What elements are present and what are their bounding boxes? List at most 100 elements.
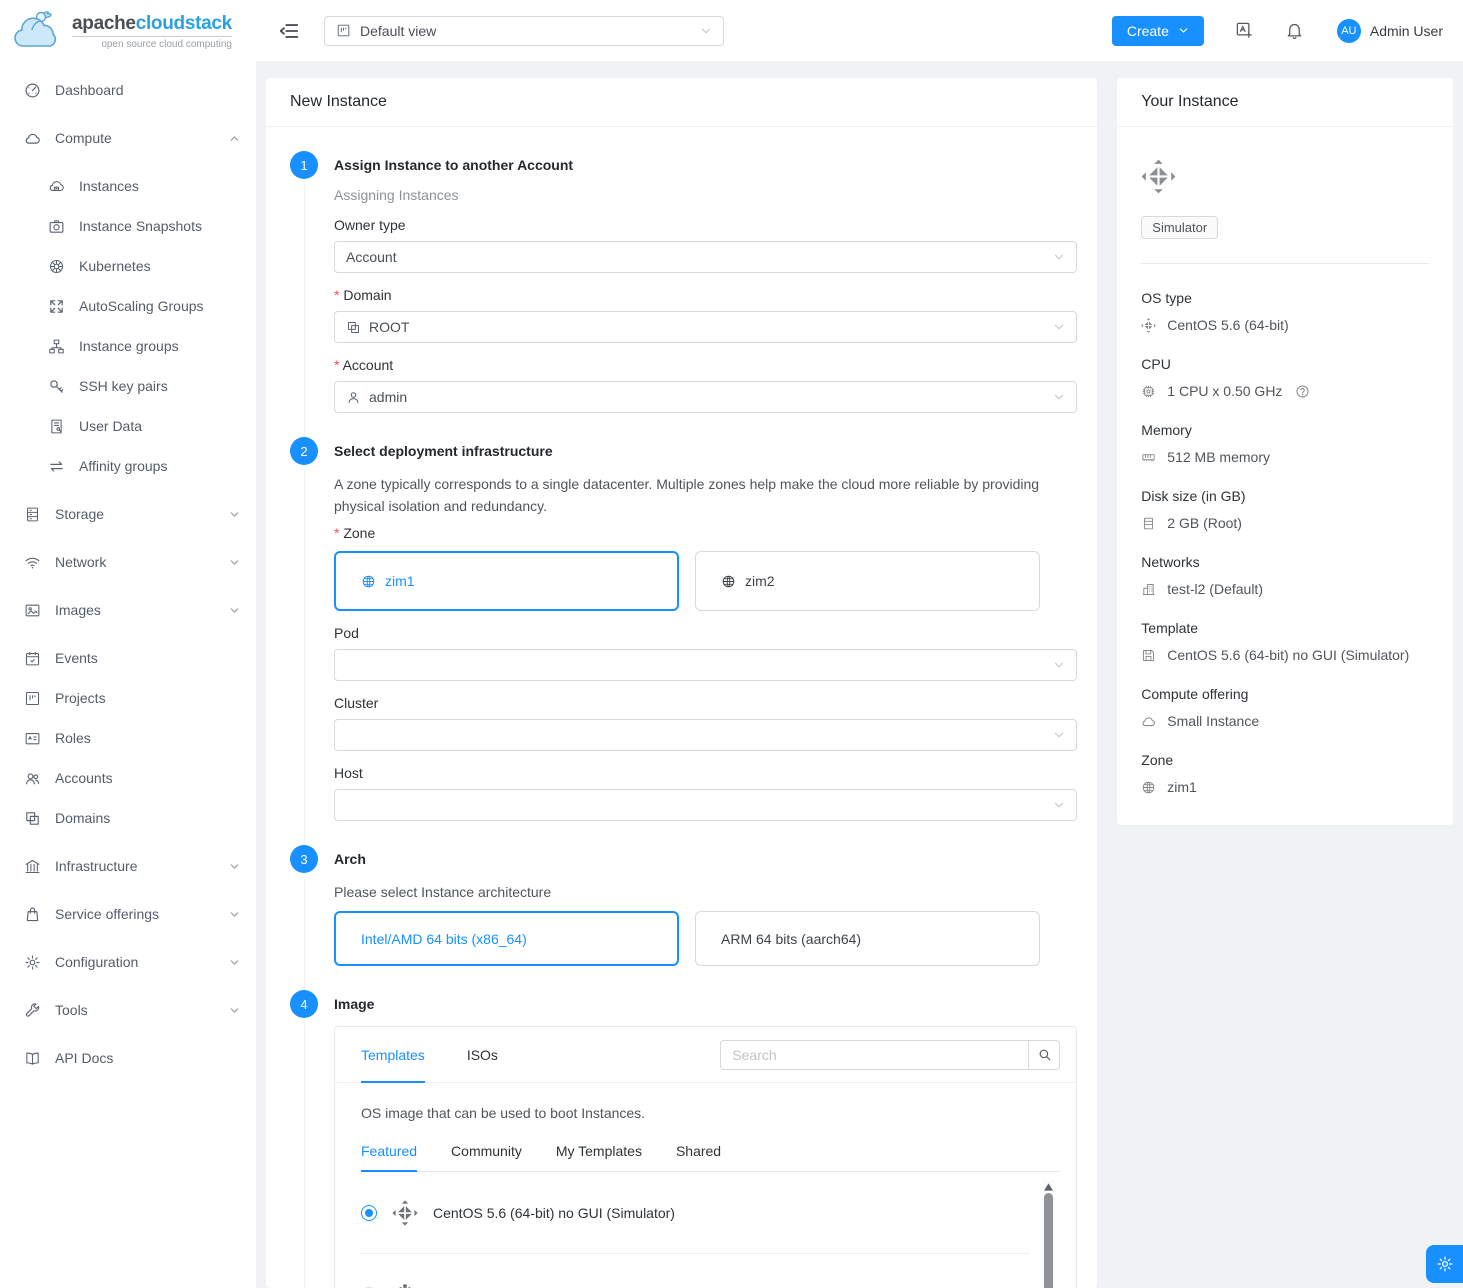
template-row-ubuntu[interactable]: Ubuntu 22.04 [361,1254,1030,1288]
arch-prompt: Please select Instance architecture [334,881,1054,903]
notification-bell-icon[interactable] [1285,21,1304,40]
account-select[interactable]: admin [334,381,1077,413]
chevron-down-icon [229,557,240,568]
cluster-select[interactable] [334,719,1077,751]
sidebar-item-affinity-groups[interactable]: Affinity groups [0,446,256,486]
disk-size-value: 2 GB (Root) [1141,515,1429,531]
book-icon [24,1050,41,1067]
compute-offering-value: Small Instance [1141,713,1429,729]
sidebar-item-configuration[interactable]: Configuration [0,942,256,982]
sidebar-item-kubernetes[interactable]: Kubernetes [0,246,256,286]
filter-tab-featured[interactable]: Featured [361,1137,417,1171]
step-1-title: Assign Instance to another Account [334,151,1077,173]
chevron-down-icon [229,909,240,920]
chevron-down-icon [229,861,240,872]
image-tabs: Templates ISOs [335,1027,1076,1083]
project-icon [336,23,351,38]
network-icon [1141,582,1156,597]
pod-label: Pod [334,625,1077,641]
template-list: CentOS 5.6 (64-bit) no GUI (Simulator) U… [361,1172,1060,1288]
search-input[interactable] [720,1040,1028,1070]
zone-card-zim1[interactable]: zim1 [334,551,679,611]
sidebar-item-events[interactable]: Events [0,638,256,678]
scrollbar-thumb[interactable] [1044,1193,1053,1288]
cloud-icon [24,130,41,147]
memory-value: 512 MB memory [1141,449,1429,465]
owner-type-select[interactable]: Account [334,241,1077,273]
sidebar-item-domains[interactable]: Domains [0,798,256,838]
zone-summary-label: Zone [1141,752,1429,768]
memory-label: Memory [1141,422,1429,438]
assigning-instances-label: Assigning Instances [334,187,1077,203]
sidebar-item-api-docs[interactable]: API Docs [0,1038,256,1078]
sidebar-item-projects[interactable]: Projects [0,678,256,718]
storage-icon [24,506,41,523]
sidebar-item-instance-snapshots[interactable]: Instance Snapshots [0,206,256,246]
sitemap-icon [48,338,65,355]
key-icon [48,378,65,395]
page-title: New Instance [266,78,1097,127]
filter-tab-my-templates[interactable]: My Templates [556,1137,642,1171]
image-selector: Templates ISOs [334,1026,1077,1288]
user-name[interactable]: Admin User [1370,23,1443,39]
template-list-scrollbar[interactable] [1042,1180,1054,1288]
sidebar-item-ssh-key-pairs[interactable]: SSH key pairs [0,366,256,406]
zone-card-zim2[interactable]: zim2 [695,551,1040,611]
template-label: Template [1141,620,1429,636]
tab-templates[interactable]: Templates [361,1027,425,1082]
sidebar-item-network[interactable]: Network [0,542,256,582]
topbar: Default view Create AU Admin User [256,0,1463,62]
idcard-icon [24,730,41,747]
sidebar-item-compute[interactable]: Compute [0,118,256,158]
host-label: Host [334,765,1077,781]
radio-selected[interactable] [361,1205,377,1221]
zone-description: A zone typically corresponds to a single… [334,473,1054,517]
sidebar-item-service-offerings[interactable]: Service offerings [0,894,256,934]
scroll-up-icon[interactable] [1044,1183,1053,1191]
host-select[interactable] [334,789,1077,821]
question-circle-icon[interactable] [1295,384,1310,399]
arch-card-x86[interactable]: Intel/AMD 64 bits (x86_64) [334,911,679,966]
bank-icon [24,858,41,875]
create-button[interactable]: Create [1112,16,1204,46]
sidebar-item-accounts[interactable]: Accounts [0,758,256,798]
ubuntu-icon [392,1282,418,1288]
sidebar-item-storage[interactable]: Storage [0,494,256,534]
translate-icon[interactable] [1235,21,1254,40]
chevron-down-icon [1053,799,1065,811]
cloud-icon [1141,714,1156,729]
tab-isos[interactable]: ISOs [467,1027,498,1082]
sidebar-item-images[interactable]: Images [0,590,256,630]
team-icon [24,770,41,787]
hypervisor-tag: Simulator [1141,216,1218,239]
sidebar-collapse-icon[interactable] [278,20,300,42]
filter-tab-community[interactable]: Community [451,1137,522,1171]
sidebar-item-instance-groups[interactable]: Instance groups [0,326,256,366]
sidebar-item-infrastructure[interactable]: Infrastructure [0,846,256,886]
file-user-icon [48,418,65,435]
domain-label: Domain [334,287,1077,303]
centos-icon [1141,318,1156,333]
kubernetes-icon [48,258,65,275]
arch-card-arm[interactable]: ARM 64 bits (aarch64) [695,911,1040,966]
search-button[interactable] [1028,1040,1060,1070]
sidebar-item-roles[interactable]: Roles [0,718,256,758]
view-selector[interactable]: Default view [324,16,724,46]
wrench-icon [24,1002,41,1019]
sidebar-item-autoscaling-groups[interactable]: AutoScaling Groups [0,286,256,326]
avatar[interactable]: AU [1337,19,1361,43]
sidebar-item-dashboard[interactable]: Dashboard [0,70,256,110]
sidebar-item-tools[interactable]: Tools [0,990,256,1030]
globe-icon [361,574,376,589]
new-instance-card: New Instance 1 Assign Instance to anothe… [266,78,1097,1288]
cloudstack-logo[interactable]: apachecloudstack open source cloud compu… [0,0,256,64]
domain-select[interactable]: ROOT [334,311,1077,343]
search-icon [1037,1047,1052,1062]
sidebar-item-user-data[interactable]: User Data [0,406,256,446]
pod-select[interactable] [334,649,1077,681]
sidebar-item-instances[interactable]: Instances [0,166,256,206]
theme-settings-button[interactable] [1426,1245,1463,1283]
template-row-centos[interactable]: CentOS 5.6 (64-bit) no GUI (Simulator) [361,1172,1030,1254]
cpu-value: 1 CPU x 0.50 GHz [1141,383,1429,399]
filter-tab-shared[interactable]: Shared [676,1137,721,1171]
